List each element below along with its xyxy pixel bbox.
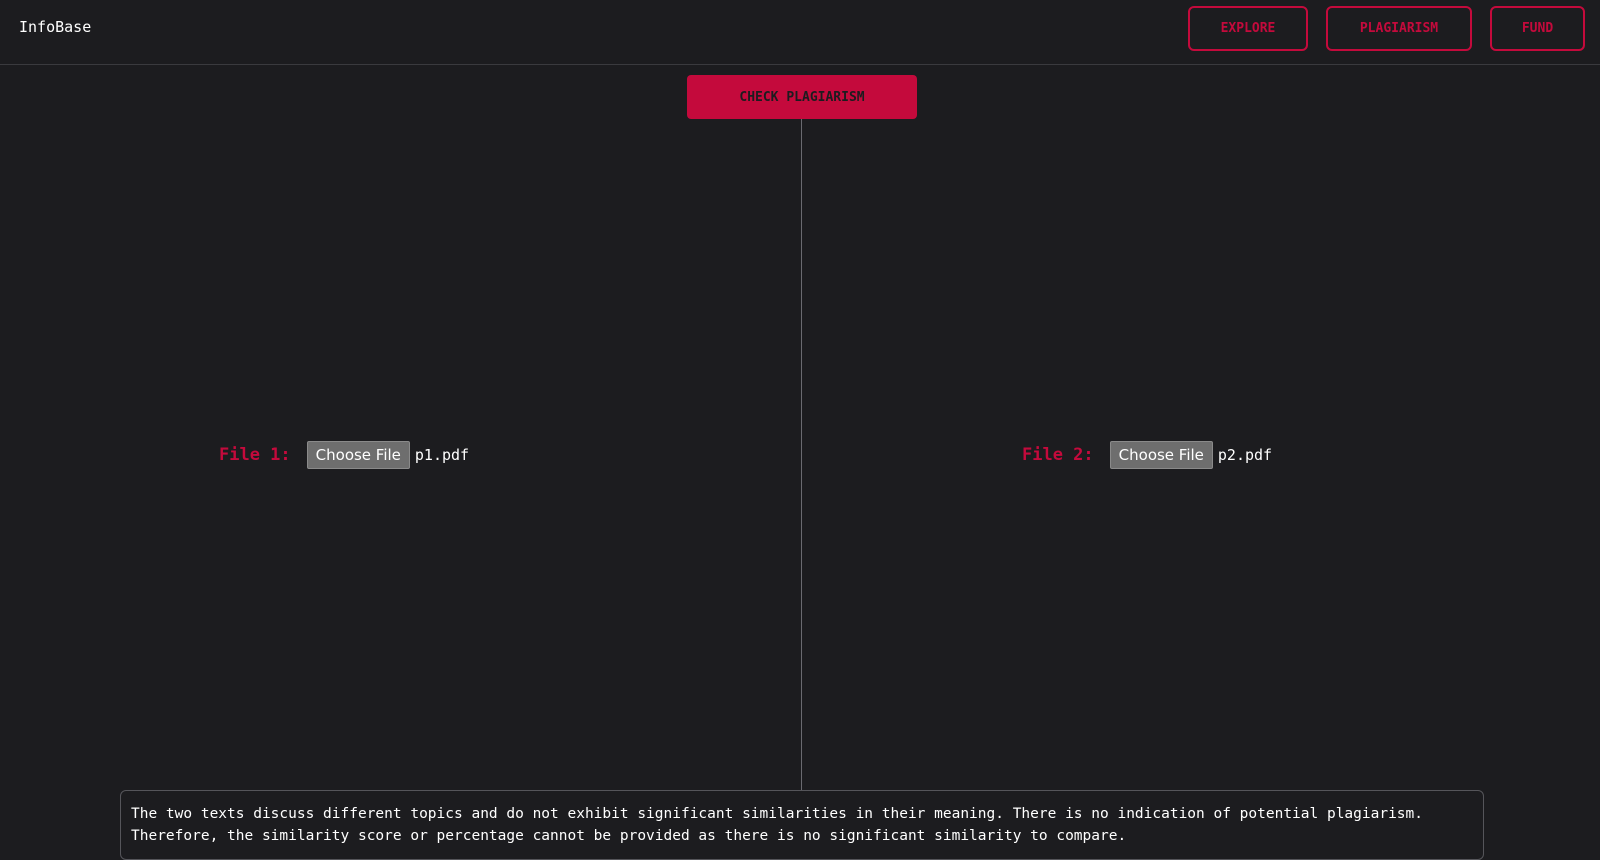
file-1-row: File 1: Choose File p1.pdf [219,441,469,469]
check-plagiarism-button[interactable]: CHECK PLAGIARISM [687,75,917,119]
fund-button[interactable]: FUND [1490,6,1585,51]
top-navbar: InfoBase EXPLORE PLAGIARISM FUND [0,0,1600,65]
file-2-choose-button[interactable]: Choose File [1109,441,1213,469]
file-1-label: File 1: [219,445,291,465]
file-1-choose-button[interactable]: Choose File [306,441,410,469]
brand-logo[interactable]: InfoBase [19,18,91,36]
file-2-row: File 2: Choose File p2.pdf [1022,441,1272,469]
plagiarism-button[interactable]: PLAGIARISM [1326,6,1472,51]
file-1-filename: p1.pdf [414,446,470,464]
file-2-filename: p2.pdf [1217,446,1273,464]
explore-button[interactable]: EXPLORE [1188,6,1308,51]
result-text: The two texts discuss different topics a… [120,790,1484,860]
vertical-divider [801,119,802,790]
file-2-label: File 2: [1022,445,1094,465]
